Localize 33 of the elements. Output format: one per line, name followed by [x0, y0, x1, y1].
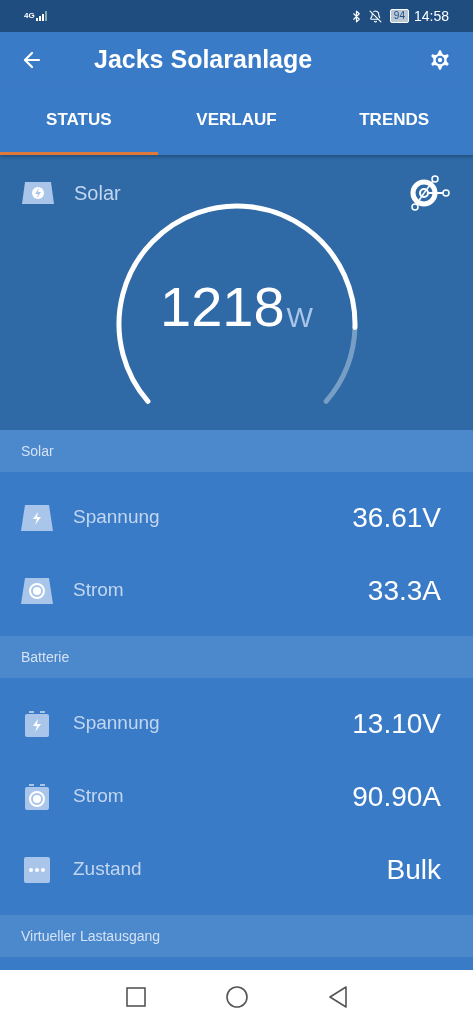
battery-icon — [25, 783, 49, 810]
gauge-label: Solar — [74, 181, 121, 206]
signal-icon — [35, 11, 50, 21]
mute-icon — [368, 9, 382, 23]
power-unit: W — [286, 304, 313, 332]
solar-panel-icon — [22, 182, 54, 204]
row-label: Spannung — [73, 505, 161, 530]
section-title: Virtueller Lastausgang — [21, 926, 161, 946]
section-title: Batterie — [21, 647, 70, 667]
recents-icon[interactable] — [125, 987, 146, 1007]
power-value: 1218 — [160, 279, 285, 335]
home-icon[interactable] — [225, 986, 248, 1008]
clock: 14:58 — [413, 6, 449, 26]
row-label: Strom — [73, 784, 125, 809]
battery-indicator: 94 — [389, 9, 409, 23]
back-icon[interactable] — [327, 986, 348, 1008]
more-icon — [24, 856, 50, 883]
row-label: Zustand — [73, 857, 143, 882]
tab[interactable]: VERLAUF — [157, 88, 316, 155]
row-label: Strom — [73, 578, 125, 603]
network-label: 4G — [24, 12, 35, 20]
row-value: 36.61V — [352, 500, 441, 535]
page-title: Jacks Solaranlage — [94, 44, 314, 76]
row-value: 33.3A — [367, 573, 441, 608]
tab[interactable]: TRENDS — [315, 88, 473, 155]
row-value: 13.10V — [352, 706, 441, 741]
row-value: Bulk — [386, 852, 441, 887]
battery-icon — [25, 710, 49, 737]
section-title: Solar — [21, 441, 54, 461]
row-label: Spannung — [73, 711, 161, 736]
row-value: 90.90A — [352, 779, 441, 814]
solar-panel-icon — [21, 577, 53, 604]
solar-panel-icon — [21, 504, 53, 531]
